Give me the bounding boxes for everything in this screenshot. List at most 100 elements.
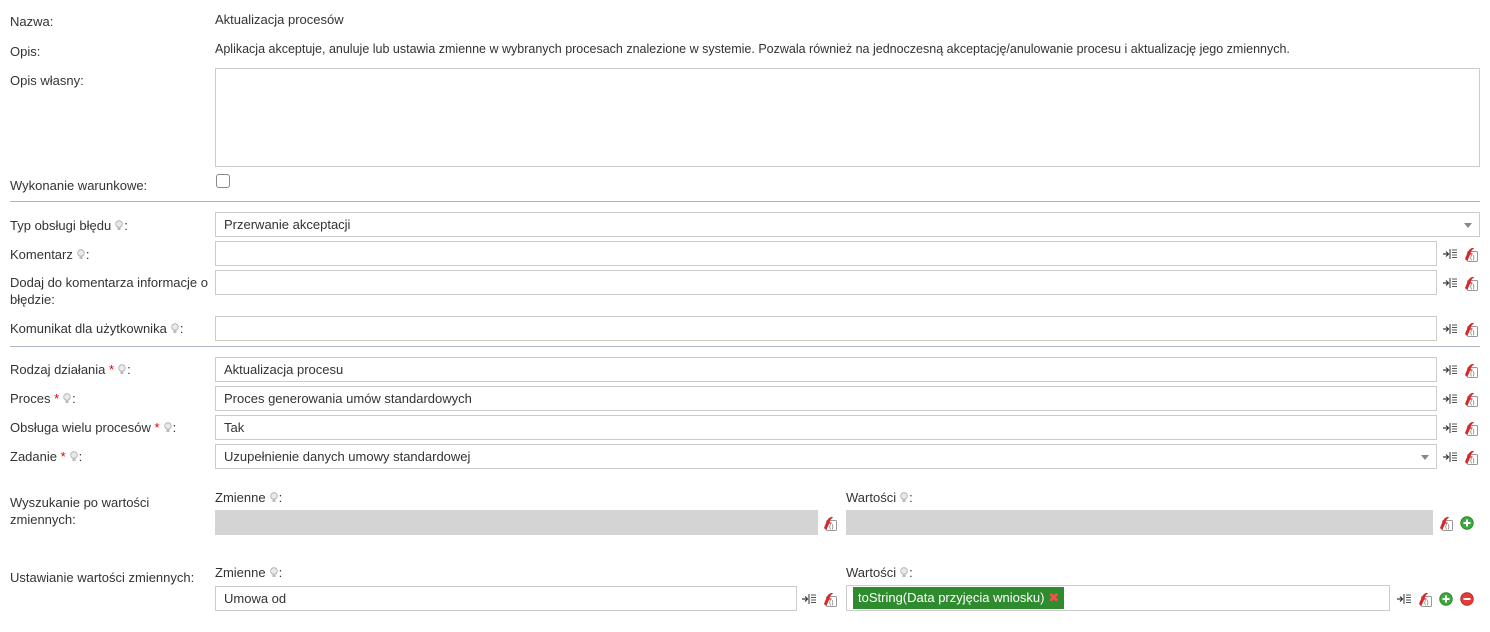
error-handling-label: Typ obsługi błędu:	[10, 217, 128, 235]
hint-bulb-icon[interactable]	[164, 422, 172, 433]
function-editor-icon[interactable]	[822, 515, 838, 531]
insert-variable-icon[interactable]	[1442, 391, 1458, 407]
required-mark: *	[54, 391, 60, 406]
colon: :	[909, 565, 913, 580]
section-divider	[10, 201, 1480, 202]
required-mark: *	[60, 449, 66, 464]
colon: :	[278, 490, 283, 505]
multi-process-label: Obsługa wielu procesów *:	[10, 419, 176, 437]
comment-input[interactable]	[215, 241, 1437, 266]
own-description-label: Opis własny:	[10, 73, 84, 88]
user-message-label: Komunikat dla użytkownika:	[10, 320, 183, 338]
required-mark: *	[109, 362, 115, 377]
action-type-label: Rodzaj działania *:	[10, 361, 131, 379]
remove-icon[interactable]	[1460, 592, 1474, 606]
add-error-info-label: Dodaj do komentarza informacje o	[10, 275, 208, 290]
colon: :	[72, 391, 76, 406]
function-editor-icon[interactable]	[1463, 275, 1479, 291]
hint-bulb-icon[interactable]	[115, 220, 123, 231]
colon: :	[909, 490, 913, 505]
set-variables-input[interactable]: Umowa od	[215, 586, 797, 611]
task-label-text: Zadanie	[10, 449, 57, 464]
function-editor-icon[interactable]	[1463, 391, 1479, 407]
comment-label: Komentarz:	[10, 246, 90, 264]
name-label: Nazwa:	[10, 14, 54, 29]
error-handling-selected: Przerwanie akceptacji	[224, 217, 351, 232]
search-variables-input[interactable]	[215, 510, 818, 535]
hint-bulb-icon[interactable]	[270, 492, 278, 503]
hint-bulb-icon[interactable]	[900, 492, 908, 503]
colon: :	[124, 218, 128, 233]
value-token-text: toString(Data przyjęcia wniosku)	[858, 590, 1045, 605]
comment-label-text: Komentarz	[10, 247, 73, 262]
search-by-variables-label-line2: zmiennych:	[10, 512, 76, 527]
function-editor-icon[interactable]	[1463, 420, 1479, 436]
description-label: Opis:	[10, 44, 41, 59]
hint-bulb-icon[interactable]	[171, 323, 179, 334]
insert-variable-icon[interactable]	[1442, 246, 1458, 262]
set-variables-header: Zmienne:	[215, 564, 282, 582]
action-type-input[interactable]: Aktualizacja procesu	[215, 357, 1437, 382]
user-message-label-text: Komunikat dla użytkownika	[10, 321, 167, 336]
value-token-chip[interactable]: toString(Data przyjęcia wniosku) ✖	[853, 587, 1065, 609]
colon: :	[278, 565, 283, 580]
hint-bulb-icon[interactable]	[270, 567, 278, 578]
hint-bulb-icon[interactable]	[63, 393, 71, 404]
function-editor-icon[interactable]	[1463, 321, 1479, 337]
search-values-header: Wartości:	[846, 489, 913, 507]
multi-process-input[interactable]: Tak	[215, 415, 1437, 440]
hint-bulb-icon[interactable]	[70, 451, 78, 462]
remove-token-icon[interactable]: ✖	[1048, 590, 1059, 605]
function-editor-icon[interactable]	[1463, 449, 1479, 465]
hint-bulb-icon[interactable]	[900, 567, 908, 578]
set-variables-header-text: Zmienne	[215, 565, 266, 580]
colon: :	[127, 362, 131, 377]
error-handling-label-text: Typ obsługi błędu	[10, 218, 112, 233]
function-editor-icon[interactable]	[1463, 246, 1479, 262]
section-divider	[10, 346, 1480, 347]
description-value: Aplikacja akceptuje, anuluje lub ustawia…	[215, 42, 1290, 56]
insert-variable-icon[interactable]	[1442, 449, 1458, 465]
user-message-input[interactable]	[215, 316, 1437, 341]
add-icon[interactable]	[1439, 592, 1453, 606]
add-error-info-label-line2: błędzie:	[10, 292, 55, 307]
set-values-header: Wartości:	[846, 564, 913, 582]
process-input[interactable]: Proces generowania umów standardowych	[215, 386, 1437, 411]
function-editor-icon[interactable]	[1417, 591, 1433, 607]
set-values-header-text: Wartości	[846, 565, 897, 580]
own-description-textarea[interactable]	[215, 68, 1480, 167]
set-variables-label: Ustawianie wartości zmiennych:	[10, 570, 195, 585]
function-editor-icon[interactable]	[1438, 515, 1454, 531]
insert-variable-icon[interactable]	[1442, 275, 1458, 291]
function-editor-icon[interactable]	[1463, 362, 1479, 378]
colon: :	[85, 247, 90, 262]
process-label: Proces *:	[10, 390, 76, 408]
colon: :	[78, 449, 83, 464]
dropdown-caret-icon	[1464, 223, 1472, 228]
action-type-label-text: Rodzaj działania	[10, 362, 106, 377]
insert-variable-icon[interactable]	[1442, 362, 1458, 378]
insert-variable-icon[interactable]	[1396, 591, 1412, 607]
hint-bulb-icon[interactable]	[77, 249, 85, 260]
required-mark: *	[154, 420, 160, 435]
insert-variable-icon[interactable]	[1442, 420, 1458, 436]
search-by-variables-label: Wyszukanie po wartości	[10, 495, 150, 510]
colon: :	[172, 420, 177, 435]
insert-variable-icon[interactable]	[1442, 321, 1458, 337]
name-value: Aktualizacja procesów	[215, 12, 344, 27]
insert-variable-icon[interactable]	[801, 591, 817, 607]
task-select[interactable]: Uzupełnienie danych umowy standardowej	[215, 444, 1437, 469]
conditional-execution-checkbox[interactable]	[216, 174, 230, 188]
hint-bulb-icon[interactable]	[118, 364, 126, 375]
search-values-header-text: Wartości	[846, 490, 897, 505]
search-variables-header: Zmienne:	[215, 489, 282, 507]
search-variables-header-text: Zmienne	[215, 490, 266, 505]
colon: :	[179, 321, 184, 336]
search-values-input[interactable]	[846, 510, 1433, 535]
add-icon[interactable]	[1460, 516, 1474, 530]
dropdown-caret-icon	[1421, 455, 1429, 460]
conditional-execution-label: Wykonanie warunkowe:	[10, 178, 148, 193]
error-handling-select[interactable]: Przerwanie akceptacji	[215, 212, 1480, 237]
add-error-info-input[interactable]	[215, 270, 1437, 295]
function-editor-icon[interactable]	[822, 591, 838, 607]
